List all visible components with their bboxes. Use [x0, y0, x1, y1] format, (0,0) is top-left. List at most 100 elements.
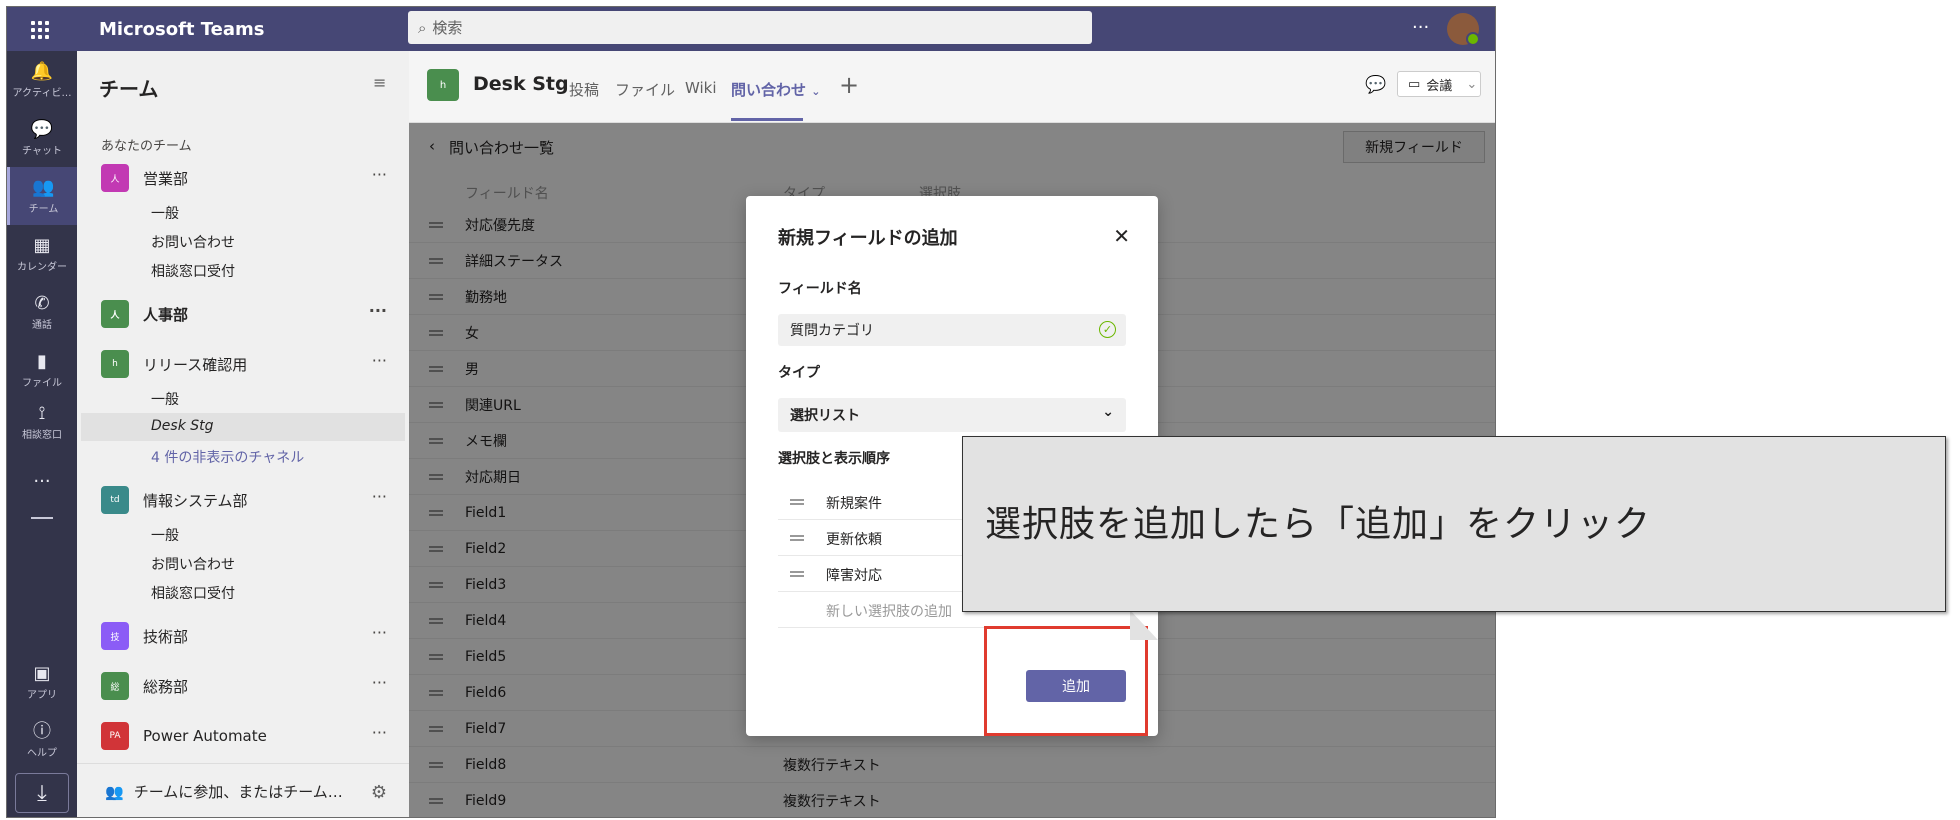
callout-text: 選択肢を追加したら「追加」をクリック	[985, 504, 1652, 545]
more-icon[interactable]: ···	[372, 723, 387, 742]
search-input[interactable]: ⌕ 検索	[408, 11, 1092, 44]
rail-item-label: 通話	[32, 319, 52, 331]
add-tab-icon[interactable]: +	[839, 71, 859, 99]
choice-text: 新規案件	[826, 496, 882, 512]
chevron-down-icon: ⌄	[811, 85, 821, 98]
team-name: 総務部	[143, 677, 189, 696]
channel-item-selected[interactable]: Desk Stg	[151, 418, 214, 434]
channel-header: h Desk Stg 投稿 ファイル Wiki 問い合わせ ⌄ + 💬 ▭ 会議 ⌄	[409, 51, 1495, 123]
team-name: 人事部	[143, 305, 189, 324]
team-badge: h	[101, 350, 129, 378]
check-circle-icon: ✓	[1099, 321, 1116, 338]
drag-handle-icon[interactable]	[790, 499, 804, 505]
more-icon[interactable]: ···	[372, 487, 387, 506]
download-icon[interactable]: ⤓	[15, 773, 69, 813]
rail-item-consult[interactable]: ⟟ 相談窓口	[7, 393, 77, 451]
team-badge: 人	[101, 300, 129, 328]
teams-panel: チーム ≡ あなたのチーム 人営業部 ··· 一般 お問い合わせ 相談窓口受付 人…	[77, 51, 409, 817]
field-name-input[interactable]: 質問カテゴリ ✓	[778, 314, 1126, 346]
rail-item-label: カレンダー	[17, 261, 67, 273]
teams-icon: 👥	[32, 176, 55, 198]
file-icon: ▮	[37, 350, 47, 372]
teams-title: チーム	[99, 77, 159, 101]
more-icon: ···	[33, 471, 51, 492]
more-options-icon[interactable]: ···	[1412, 17, 1429, 38]
tab-files[interactable]: ファイル	[615, 79, 675, 100]
tab-posts[interactable]: 投稿	[569, 79, 599, 100]
rail-item-files[interactable]: ▮ ファイル	[7, 341, 77, 399]
channel-item[interactable]: 相談窓口受付	[151, 261, 235, 281]
rail-item-calendar[interactable]: ▦ カレンダー	[7, 225, 77, 283]
meet-label: 会議	[1426, 78, 1453, 94]
type-select[interactable]: 選択リスト ⌄	[778, 398, 1126, 432]
highlight-box	[984, 626, 1148, 736]
more-icon[interactable]: ···	[372, 351, 387, 370]
rail-item-label: 相談窓口	[22, 429, 62, 441]
rail-item-calls[interactable]: ✆ 通話	[7, 283, 77, 341]
team-item[interactable]: td 情報システム部 ···	[101, 485, 401, 515]
more-icon[interactable]: ···	[372, 673, 387, 692]
choice-text: 更新依頼	[826, 532, 882, 548]
close-icon[interactable]: ✕	[1113, 224, 1130, 248]
section-label: あなたのチーム	[101, 139, 192, 154]
team-badge: 人	[101, 164, 129, 192]
team-badge: PA	[101, 722, 129, 750]
join-team-button[interactable]: 👥 チームに参加、またはチーム… ⚙	[77, 763, 409, 817]
channel-item[interactable]: 一般	[151, 389, 179, 409]
channel-item[interactable]: 一般	[151, 203, 179, 223]
rail-item-label: アクティビ…	[12, 87, 72, 99]
rail-item-label: チーム	[28, 203, 59, 215]
rail-item-chat[interactable]: 💬 チャット	[7, 109, 77, 167]
field-name-label: フィールド名	[778, 281, 862, 297]
rail-more[interactable]: ···	[7, 463, 77, 503]
team-item[interactable]: PA Power Automate ···	[101, 721, 401, 751]
choice-text: 障害対応	[826, 568, 882, 584]
app-title: Microsoft Teams	[99, 19, 265, 40]
rail-divider	[31, 517, 53, 519]
filter-icon[interactable]: ≡	[373, 73, 386, 92]
more-icon[interactable]: ···	[369, 301, 387, 320]
team-item[interactable]: h リリース確認用 ···	[101, 349, 401, 379]
channel-item[interactable]: お問い合わせ	[151, 554, 235, 574]
apps-icon: ▣	[33, 662, 51, 684]
rail-item-teams[interactable]: 👥 チーム	[7, 167, 77, 225]
join-team-label: チームに参加、またはチーム…	[133, 783, 343, 801]
channel-item[interactable]: 相談窓口受付	[151, 583, 235, 603]
channel-item[interactable]: お問い合わせ	[151, 232, 235, 252]
team-name: 技術部	[143, 627, 189, 646]
rail-item-help[interactable]: ⓘ ヘルプ	[7, 711, 77, 769]
team-item[interactable]: 総総務部 ···	[101, 671, 401, 701]
channel-item[interactable]: 一般	[151, 525, 179, 545]
team-item[interactable]: 人営業部 ···	[101, 163, 401, 193]
chat-icon: 💬	[30, 118, 54, 140]
more-icon[interactable]: ···	[372, 165, 387, 184]
drag-handle-icon[interactable]	[790, 535, 804, 541]
team-item[interactable]: 人人事部 ···	[101, 299, 401, 329]
title-bar: Microsoft Teams ⌕ 検索 ···	[7, 7, 1495, 51]
tab-wiki[interactable]: Wiki	[685, 79, 717, 97]
team-item[interactable]: 技技術部 ···	[101, 621, 401, 651]
chevron-down-icon: ⌄	[1466, 76, 1478, 92]
hidden-channels-link[interactable]: 4 件の非表示のチャネル	[151, 447, 304, 467]
bell-icon: 🔔	[30, 60, 54, 82]
team-badge: h	[427, 69, 459, 101]
drag-handle-icon[interactable]	[790, 571, 804, 577]
tab-inquiries[interactable]: 問い合わせ ⌄	[731, 79, 820, 100]
more-icon[interactable]: ···	[372, 623, 387, 642]
video-icon: ▭	[1408, 76, 1421, 92]
rail-item-apps[interactable]: ▣ アプリ	[7, 653, 77, 711]
team-badge: 総	[101, 672, 129, 700]
team-badge: 技	[101, 622, 129, 650]
team-name: Power Automate	[143, 727, 267, 745]
new-choice-placeholder: 新しい選択肢の追加	[826, 604, 952, 620]
calendar-icon: ▦	[33, 234, 51, 256]
avatar[interactable]	[1447, 13, 1480, 46]
field-name-value: 質問カテゴリ	[790, 323, 874, 339]
chevron-down-icon: ⌄	[1102, 404, 1114, 420]
app-launcher-icon[interactable]	[31, 21, 49, 39]
rail-item-activity[interactable]: 🔔 アクティビ…	[7, 51, 77, 109]
callout-pointer	[1130, 610, 1158, 640]
conversation-icon[interactable]: 💬	[1365, 75, 1386, 95]
gear-icon[interactable]: ⚙	[371, 782, 387, 803]
meet-button[interactable]: ▭ 会議 ⌄	[1397, 71, 1481, 97]
